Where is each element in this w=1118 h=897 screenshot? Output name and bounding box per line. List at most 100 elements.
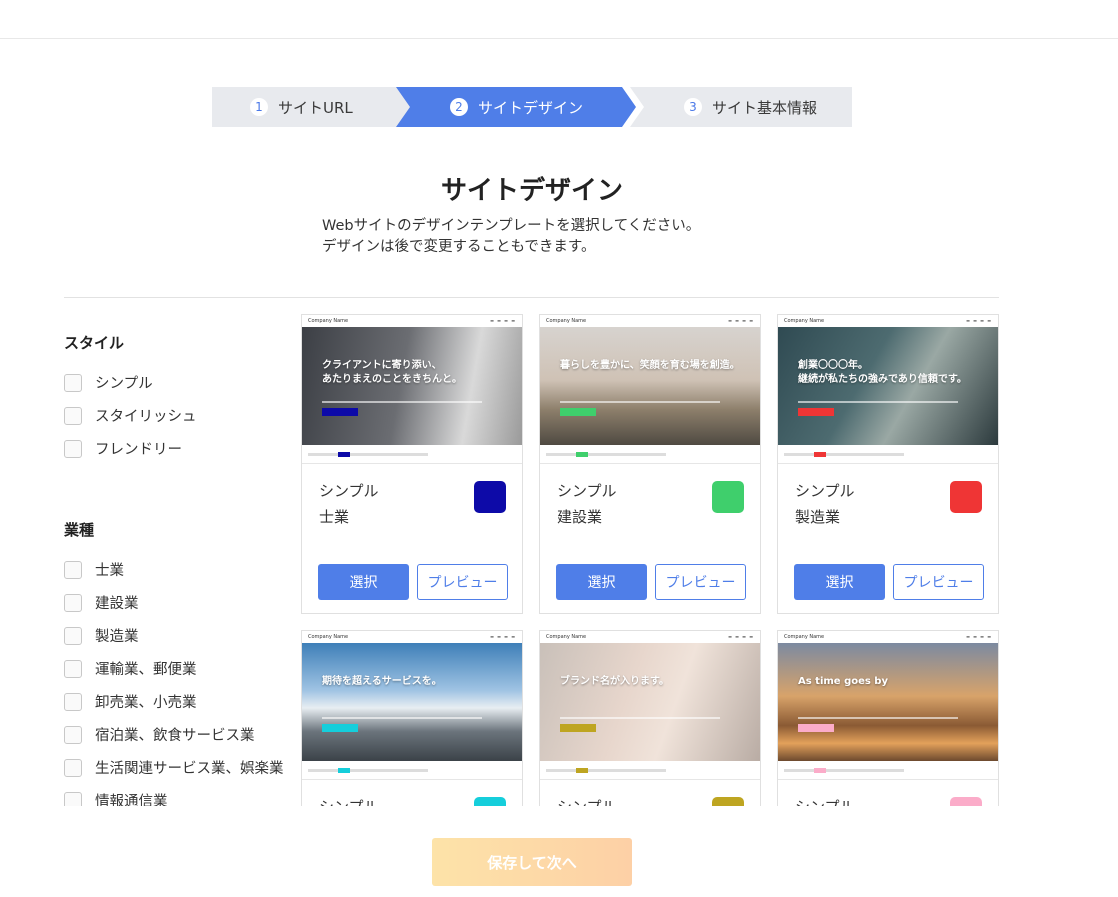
template-style: シンプル [557,482,617,500]
thumb-navbar: Company Name ▬ ▬ ▬ ▬ [302,631,522,643]
preview-button[interactable]: プレビュー [655,564,746,600]
section-divider [64,297,999,298]
checkbox[interactable] [64,725,82,744]
thumb-hero-button [322,724,358,732]
thumb-news-line [546,453,666,456]
thumb-hero-subline [322,717,482,719]
filter-option-label: 情報通信業 [95,794,168,806]
template-name: シンプル [557,794,617,806]
checkbox[interactable] [64,626,82,645]
filter-option-label: フレンドリー [95,442,182,458]
template-style: シンプル [319,794,379,806]
preview-button[interactable]: プレビュー [417,564,508,600]
thumb-news-tag [814,768,826,773]
filter-option[interactable]: 運輸業、郵便業 [64,652,296,685]
template-name: シンプル 製造業 [795,478,855,530]
filter-option[interactable]: 情報通信業 [64,784,296,806]
select-button[interactable]: 選択 [318,564,409,600]
select-button[interactable]: 選択 [794,564,885,600]
filter-option-label: スタイリッシュ [95,409,197,425]
thumb-hero-subline [560,401,720,403]
template-card: Company Name ▬ ▬ ▬ ▬ 期待を超えるサービスを。 シンプル 選… [301,630,523,806]
thumb-news-line [546,769,666,772]
filter-option-label: 建設業 [95,596,139,612]
filter-option[interactable]: 建設業 [64,586,296,619]
checkbox[interactable] [64,758,82,777]
template-card: Company Name ▬ ▬ ▬ ▬ クライアントに寄り添い、 あたりまえの… [301,314,523,614]
thumb-news-bar [302,445,522,463]
filter-group-title-industry: 業種 [64,521,95,539]
filter-option[interactable]: シンプル [64,366,296,399]
checkbox[interactable] [64,791,82,806]
thumb-hero-text: 暮らしを豊かに、笑顔を育む場を創造。 [560,360,740,371]
filter-option[interactable]: 卸売業、小売業 [64,685,296,718]
filter-option[interactable]: 士業 [64,553,296,586]
checkbox[interactable] [64,593,82,612]
thumb-hero-text: ブランド名が入ります。 [560,676,669,687]
template-name: シンプル [795,794,855,806]
checkbox[interactable] [64,373,82,392]
thumb-hero-image: As time goes by [778,643,998,761]
page-title: サイトデザイン [440,176,623,206]
checkbox[interactable] [64,439,82,458]
thumb-hero-button [798,408,834,416]
thumb-company-name: Company Name [546,318,587,324]
thumb-hero-subline [798,717,958,719]
filter-option[interactable]: スタイリッシュ [64,399,296,432]
thumb-news-line [784,769,904,772]
template-thumbnail[interactable]: Company Name ▬ ▬ ▬ ▬ 暮らしを豊かに、笑顔を育む場を創造。 [540,315,760,464]
checkbox[interactable] [64,692,82,711]
save-next-button[interactable]: 保存して次へ [432,838,632,886]
checkbox[interactable] [64,659,82,678]
thumb-company-name: Company Name [784,634,825,640]
thumb-nav-links: ▬ ▬ ▬ ▬ [728,318,754,323]
template-name: シンプル 士業 [319,478,379,530]
thumb-news-tag [576,768,588,773]
filter-option-label: 士業 [95,563,124,579]
step-site-url[interactable]: 1 サイトURL [212,87,412,127]
filter-sidebar: スタイル シンプルスタイリッシュ フレンドリー 業種 士業建設業製造業 運輸業、郵便… [64,322,296,806]
step-number: 3 [684,98,702,116]
thumb-news-line [308,769,428,772]
checkbox[interactable] [64,560,82,579]
template-thumbnail[interactable]: Company Name ▬ ▬ ▬ ▬ 創業〇〇〇年。 継続が私たちの強みであ… [778,315,998,464]
color-swatch [712,797,744,806]
progress-stepper: 1 サイトURL 2 サイトデザイン 3 サイト基本情報 [212,87,852,127]
page-description: Webサイトのデザインテンプレートを選択してください。 デザインは後で変更するこ… [322,216,700,258]
thumb-hero-button [560,408,596,416]
step-number: 1 [250,98,268,116]
filter-option-label: 宿泊業、飲食サービス業 [95,728,255,744]
template-thumbnail[interactable]: Company Name ▬ ▬ ▬ ▬ ブランド名が入ります。 [540,631,760,780]
thumb-nav-links: ▬ ▬ ▬ ▬ [728,634,754,639]
thumb-company-name: Company Name [308,634,349,640]
template-card: Company Name ▬ ▬ ▬ ▬ As time goes by シンプ… [777,630,999,806]
color-swatch [950,797,982,806]
filter-option[interactable]: 製造業 [64,619,296,652]
thumb-hero-text: 創業〇〇〇年。 継続が私たちの強みであり信頼です。 [798,360,967,385]
thumb-news-tag [338,768,350,773]
header-divider [0,38,1118,39]
step-site-info[interactable]: 3 サイト基本情報 [630,87,852,127]
thumb-hero-subline [322,401,482,403]
color-swatch [474,481,506,513]
thumb-news-bar [540,761,760,779]
thumb-navbar: Company Name ▬ ▬ ▬ ▬ [540,315,760,327]
select-button[interactable]: 選択 [556,564,647,600]
filter-option-label: シンプル [95,376,153,392]
preview-button[interactable]: プレビュー [893,564,984,600]
thumb-company-name: Company Name [784,318,825,324]
template-thumbnail[interactable]: Company Name ▬ ▬ ▬ ▬ 期待を超えるサービスを。 [302,631,522,780]
step-site-design[interactable]: 2 サイトデザイン [396,87,636,127]
thumb-news-line [784,453,904,456]
filter-option[interactable]: 宿泊業、飲食サービス業 [64,718,296,751]
filter-option[interactable]: 生活関連サービス業、娯楽業 [64,751,296,784]
thumb-nav-links: ▬ ▬ ▬ ▬ [966,634,992,639]
template-name: シンプル [319,794,379,806]
checkbox[interactable] [64,406,82,425]
filter-group-title-style: スタイル [64,334,125,352]
template-thumbnail[interactable]: Company Name ▬ ▬ ▬ ▬ クライアントに寄り添い、 あたりまえの… [302,315,522,464]
template-thumbnail[interactable]: Company Name ▬ ▬ ▬ ▬ As time goes by [778,631,998,780]
filter-option[interactable]: フレンドリー [64,432,296,465]
color-swatch [474,797,506,806]
template-style: シンプル [557,794,617,806]
